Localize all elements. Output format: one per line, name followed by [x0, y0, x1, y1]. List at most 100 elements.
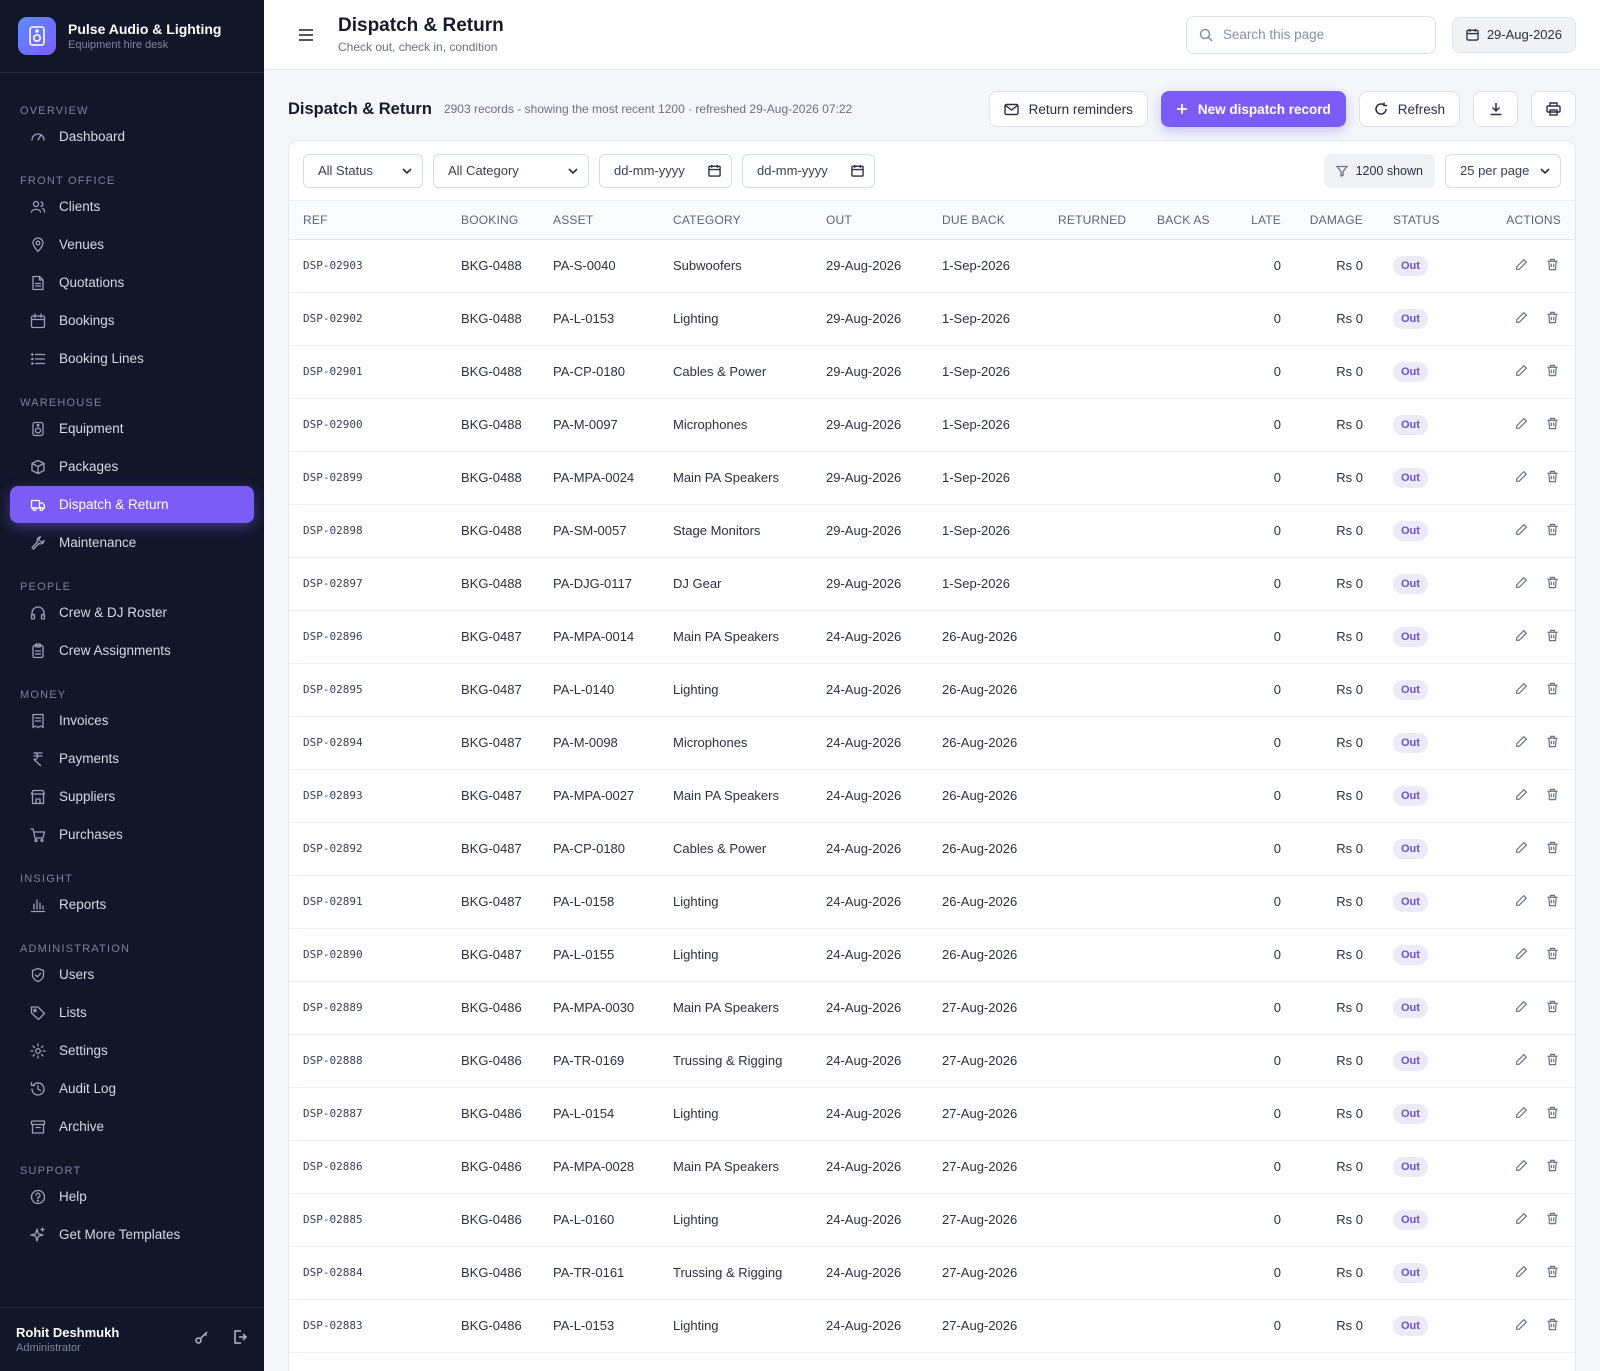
table-row[interactable]: DSP-02894 BKG-0487 PA-M-0098 Microphones 24-…: [289, 716, 1575, 770]
column-header[interactable]: STATUS: [1379, 201, 1475, 240]
date-from-input[interactable]: dd-mm-yyyy: [599, 153, 732, 188]
column-header[interactable]: OUT: [812, 201, 928, 240]
sidebar-item-users[interactable]: Users: [10, 956, 254, 993]
column-header[interactable]: BACK AS: [1143, 201, 1235, 240]
sidebar-item-packages[interactable]: Packages: [10, 448, 254, 485]
table-row[interactable]: DSP-02883 BKG-0486 PA-L-0153 Lighting 24-Aug…: [289, 1299, 1575, 1353]
edit-icon[interactable]: [1515, 947, 1528, 963]
edit-icon[interactable]: [1515, 894, 1528, 910]
sidebar-item-booking-lines[interactable]: Booking Lines: [10, 340, 254, 377]
calendar-icon[interactable]: [851, 164, 864, 177]
sidebar-item-archive[interactable]: Archive: [10, 1108, 254, 1145]
edit-icon[interactable]: [1515, 629, 1528, 645]
trash-icon[interactable]: [1546, 258, 1559, 274]
table-row[interactable]: DSP-02886 BKG-0486 PA-MPA-0028 Main PA Spea…: [289, 1140, 1575, 1194]
sidebar-item-audit-log[interactable]: Audit Log: [10, 1070, 254, 1107]
calendar-icon[interactable]: [708, 164, 721, 177]
sidebar-item-clients[interactable]: Clients: [10, 188, 254, 225]
table-row[interactable]: DSP-02893 BKG-0487 PA-MPA-0027 Main PA Spea…: [289, 769, 1575, 823]
table-row[interactable]: DSP-02896 BKG-0487 PA-MPA-0014 Main PA Spea…: [289, 610, 1575, 664]
table-row[interactable]: DSP-02897 BKG-0488 PA-DJG-0117 DJ Gear 29-Au…: [289, 557, 1575, 611]
trash-icon[interactable]: [1546, 576, 1559, 592]
date-chip[interactable]: 29-Aug-2026: [1451, 16, 1576, 53]
edit-icon[interactable]: [1515, 788, 1528, 804]
menu-icon[interactable]: [298, 28, 314, 42]
trash-icon[interactable]: [1546, 735, 1559, 751]
edit-icon[interactable]: [1515, 1159, 1528, 1175]
table-row[interactable]: DSP-02898 BKG-0488 PA-SM-0057 Stage Monitor…: [289, 504, 1575, 558]
date-to-input[interactable]: dd-mm-yyyy: [742, 153, 875, 188]
table-row[interactable]: DSP-02899 BKG-0488 PA-MPA-0024 Main PA Spea…: [289, 451, 1575, 505]
column-header[interactable]: ACTIONS: [1475, 201, 1575, 240]
edit-icon[interactable]: [1515, 735, 1528, 751]
column-header[interactable]: BOOKING: [447, 201, 539, 240]
return-reminders-button[interactable]: Return reminders: [988, 91, 1148, 127]
search-input[interactable]: Search this page: [1185, 15, 1436, 54]
trash-icon[interactable]: [1546, 1000, 1559, 1016]
sidebar-item-dispatch-return[interactable]: Dispatch & Return: [10, 486, 254, 523]
print-button[interactable]: [1531, 91, 1576, 127]
edit-icon[interactable]: [1515, 417, 1528, 433]
column-header[interactable]: LATE: [1235, 201, 1297, 240]
edit-icon[interactable]: [1515, 258, 1528, 274]
sidebar-item-reports[interactable]: Reports: [10, 886, 254, 923]
trash-icon[interactable]: [1546, 841, 1559, 857]
edit-icon[interactable]: [1515, 576, 1528, 592]
download-button[interactable]: [1473, 91, 1518, 127]
key-icon[interactable]: [194, 1329, 210, 1350]
trash-icon[interactable]: [1546, 629, 1559, 645]
trash-icon[interactable]: [1546, 1318, 1559, 1334]
edit-icon[interactable]: [1515, 311, 1528, 327]
trash-icon[interactable]: [1546, 947, 1559, 963]
sidebar-item-bookings[interactable]: Bookings: [10, 302, 254, 339]
sidebar-item-purchases[interactable]: Purchases: [10, 816, 254, 853]
table-row[interactable]: DSP-02890 BKG-0487 PA-L-0155 Lighting 24-Aug…: [289, 928, 1575, 982]
edit-icon[interactable]: [1515, 1000, 1528, 1016]
edit-icon[interactable]: [1515, 1265, 1528, 1281]
sidebar-item-equipment[interactable]: Equipment: [10, 410, 254, 447]
sidebar-item-suppliers[interactable]: Suppliers: [10, 778, 254, 815]
trash-icon[interactable]: [1546, 1265, 1559, 1281]
column-header[interactable]: ASSET: [539, 201, 659, 240]
trash-icon[interactable]: [1546, 311, 1559, 327]
refresh-button[interactable]: Refresh: [1358, 91, 1460, 127]
edit-icon[interactable]: [1515, 1106, 1528, 1122]
table-row[interactable]: DSP-02884 BKG-0486 PA-TR-0161 Trussing & Ri…: [289, 1246, 1575, 1300]
sidebar-item-quotations[interactable]: Quotations: [10, 264, 254, 301]
trash-icon[interactable]: [1546, 1159, 1559, 1175]
table-row[interactable]: DSP-02901 BKG-0488 PA-CP-0180 Cables & Powe…: [289, 345, 1575, 399]
trash-icon[interactable]: [1546, 1212, 1559, 1228]
trash-icon[interactable]: [1546, 364, 1559, 380]
edit-icon[interactable]: [1515, 1053, 1528, 1069]
trash-icon[interactable]: [1546, 682, 1559, 698]
table-row[interactable]: DSP-02902 BKG-0488 PA-L-0153 Lighting 29-Aug…: [289, 292, 1575, 346]
edit-icon[interactable]: [1515, 470, 1528, 486]
table-row[interactable]: DSP-02891 BKG-0487 PA-L-0158 Lighting 24-Aug…: [289, 875, 1575, 929]
edit-icon[interactable]: [1515, 523, 1528, 539]
sidebar-item-dashboard[interactable]: Dashboard: [10, 118, 254, 155]
trash-icon[interactable]: [1546, 894, 1559, 910]
sidebar-item-maintenance[interactable]: Maintenance: [10, 524, 254, 561]
trash-icon[interactable]: [1546, 523, 1559, 539]
trash-icon[interactable]: [1546, 788, 1559, 804]
sidebar-item-payments[interactable]: Payments: [10, 740, 254, 777]
edit-icon[interactable]: [1515, 1318, 1528, 1334]
logout-icon[interactable]: [232, 1329, 248, 1350]
status-filter-select[interactable]: All Status: [303, 153, 423, 188]
table-row[interactable]: DSP-02900 BKG-0488 PA-M-0097 Microphones 29-…: [289, 398, 1575, 452]
sidebar-item-invoices[interactable]: Invoices: [10, 702, 254, 739]
edit-icon[interactable]: [1515, 682, 1528, 698]
sidebar-item-crew-assignments[interactable]: Crew Assignments: [10, 632, 254, 669]
table-row[interactable]: DSP-02903 BKG-0488 PA-S-0040 Subwoofers 29-A…: [289, 239, 1575, 293]
table-row[interactable]: DSP-02885 BKG-0486 PA-L-0160 Lighting 24-Aug…: [289, 1193, 1575, 1247]
column-header[interactable]: DAMAGE: [1297, 201, 1379, 240]
sidebar-item-get-more-templates[interactable]: Get More Templates: [10, 1216, 254, 1253]
edit-icon[interactable]: [1515, 364, 1528, 380]
table-row[interactable]: DSP-02895 BKG-0487 PA-L-0140 Lighting 24-Aug…: [289, 663, 1575, 717]
sidebar-item-settings[interactable]: Settings: [10, 1032, 254, 1069]
per-page-select[interactable]: 25 per page: [1445, 153, 1561, 188]
column-header[interactable]: RETURNED: [1044, 201, 1143, 240]
column-header[interactable]: REF: [289, 201, 447, 240]
sidebar-item-venues[interactable]: Venues: [10, 226, 254, 263]
table-row[interactable]: DSP-02889 BKG-0486 PA-MPA-0030 Main PA Spea…: [289, 981, 1575, 1035]
